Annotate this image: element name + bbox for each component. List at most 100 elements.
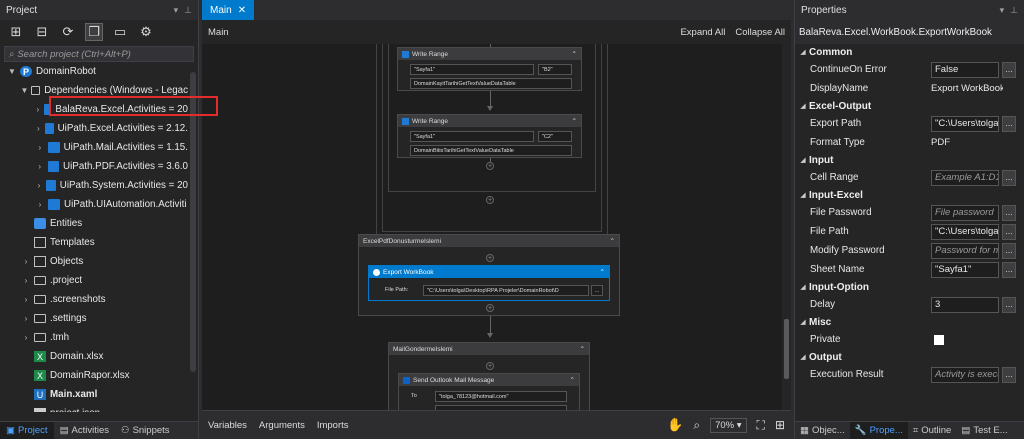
ellipsis-button[interactable]: … (1002, 204, 1016, 221)
add-activity-plus-icon[interactable]: + (486, 304, 494, 312)
write-range-2-table-field[interactable]: DomainBitisTarihiGetTextValueDataTable (410, 145, 572, 156)
tab-objec[interactable]: ▦ Objec... (795, 422, 850, 439)
collapse-chevron-icon[interactable]: ⌃ (610, 237, 615, 245)
chevron-right-icon[interactable]: › (34, 105, 42, 114)
search-project-input[interactable]: ⌕ Search project (Ctrl+Alt+P) (4, 46, 194, 62)
tree-item[interactable]: › UiPath.System.Activities = 20 (0, 176, 188, 195)
breadcrumb[interactable]: Main (208, 27, 229, 38)
add-icon[interactable]: ⊞ (8, 24, 24, 40)
tree-item[interactable]: › .settings (0, 309, 188, 328)
collapse-triangle-icon[interactable]: ◢ (797, 48, 809, 56)
ellipsis-button[interactable]: … (1002, 61, 1016, 78)
property-category[interactable]: ◢ Common (795, 44, 1024, 60)
project-tree-scrollbar[interactable] (190, 72, 196, 372)
collapse-chevron-icon[interactable]: ⌃ (580, 345, 585, 353)
chevron-down-icon[interactable]: ▼ (6, 67, 18, 76)
collapse-triangle-icon[interactable]: ◢ (797, 353, 809, 361)
tree-item[interactable]: X Domain.xlsx (0, 347, 188, 366)
write-range-activity-2[interactable]: Write Range ⌃ "Sayfa1" "C2" DomainBitisTa… (397, 114, 582, 158)
arguments-tab[interactable]: Arguments (259, 420, 305, 431)
collapse-triangle-icon[interactable]: ◢ (797, 102, 809, 110)
overview-map-icon[interactable]: ⊞ (775, 418, 785, 432)
tree-item[interactable]: › UiPath.Excel.Activities = 2.12. (0, 119, 188, 138)
chevron-right-icon[interactable]: › (20, 276, 32, 285)
export-file-path-field[interactable]: "C:\Users\tolga\Desktop\RPA Projeler\Dom… (423, 285, 589, 296)
tree-item[interactable]: ▼ P DomainRobot (0, 62, 188, 81)
collapse-all-button[interactable]: Collapse All (735, 27, 785, 38)
chevron-right-icon[interactable]: › (34, 162, 46, 171)
property-category[interactable]: ◢ Excel-Output (795, 98, 1024, 114)
collapse-triangle-icon[interactable]: ◢ (797, 191, 809, 199)
tab-prope[interactable]: 🔧 Prope... (849, 422, 908, 439)
to-field[interactable]: "tolga_78123@hotmail.com" (435, 391, 567, 402)
collapse-all-icon[interactable]: ⊟ (34, 24, 50, 40)
chevron-right-icon[interactable]: › (20, 295, 32, 304)
property-category[interactable]: ◢ Misc (795, 314, 1024, 330)
write-range-2-sheet-field[interactable]: "Sayfa1" (410, 131, 534, 142)
property-value-field[interactable]: 3 (931, 296, 999, 313)
export-workbook-activity[interactable]: Export WorkBook ⌃ File Path: "C:\Users\to… (368, 265, 610, 301)
chevron-right-icon[interactable]: › (20, 257, 32, 266)
tree-item[interactable]: › Objects (0, 252, 188, 271)
close-icon[interactable]: ✕ (238, 5, 246, 16)
property-value-field[interactable]: "Sayfa1" (931, 261, 999, 278)
tab-snippets[interactable]: ⚇ Snippets (115, 422, 176, 439)
private-checkbox[interactable] (934, 334, 944, 345)
send-outlook-mail-activity[interactable]: Send Outlook Mail Message ⌃ To "tolga_781… (398, 373, 580, 410)
chevron-right-icon[interactable]: › (20, 333, 32, 342)
tree-item[interactable]: › UiPath.PDF.Activities = 3.6.0 (0, 157, 188, 176)
property-category[interactable]: ◢ Input-Option (795, 279, 1024, 295)
collapse-triangle-icon[interactable]: ◢ (797, 156, 809, 164)
tab-project[interactable]: ▣ Project (0, 422, 54, 439)
imports-tab[interactable]: Imports (317, 420, 349, 431)
ellipsis-button[interactable]: … (1002, 169, 1016, 186)
chevron-right-icon[interactable]: › (20, 314, 32, 323)
tree-item[interactable]: Entities (0, 214, 188, 233)
tree-item[interactable]: › .tmh (0, 328, 188, 347)
property-value-field[interactable]: PDF (931, 135, 1003, 151)
property-value-field[interactable]: Export WorkBook (931, 81, 1003, 97)
collapse-triangle-icon[interactable]: ◢ (797, 283, 809, 291)
tree-item[interactable]: Templates (0, 233, 188, 252)
property-value-field[interactable]: False (931, 61, 999, 78)
tree-item[interactable]: project.json (0, 404, 188, 412)
write-range-activity-1[interactable]: Write Range ⌃ "Sayfa1" "B2" DomainKayitTa… (397, 47, 582, 91)
zoom-search-icon[interactable]: ⌕ (693, 418, 700, 433)
collapse-chevron-icon[interactable]: ⌃ (570, 376, 575, 384)
designer-canvas[interactable]: Write Range ⌃ "Sayfa1" "B2" DomainKayitTa… (202, 44, 782, 410)
write-range-1-cell-field[interactable]: "B2" (538, 64, 572, 75)
chevron-right-icon[interactable]: › (34, 181, 44, 190)
tree-item[interactable]: X DomainRapor.xlsx (0, 366, 188, 385)
write-range-1-table-field[interactable]: DomainKayitTarihiGetTextValueDataTable (410, 78, 572, 89)
property-value-field[interactable]: File password (931, 204, 999, 221)
write-range-1-sheet-field[interactable]: "Sayfa1" (410, 64, 534, 75)
copy-icon[interactable]: ❐ (85, 23, 103, 41)
ellipsis-button[interactable]: … (1002, 261, 1016, 278)
refresh-icon[interactable]: ⟳ (60, 24, 76, 40)
add-activity-plus-icon[interactable]: + (486, 162, 494, 170)
collapse-chevron-icon[interactable]: ⌃ (572, 117, 577, 125)
fit-to-screen-icon[interactable]: ⛶ (757, 418, 765, 433)
property-value-field[interactable]: Example A1:D1 (931, 169, 999, 186)
ellipsis-button[interactable]: … (1002, 366, 1016, 383)
chevron-right-icon[interactable]: › (34, 143, 46, 152)
property-category[interactable]: ◢ Input-Excel (795, 187, 1024, 203)
open-folder-icon[interactable]: ▭ (112, 24, 128, 40)
tab-outline[interactable]: ⌗ Outline (908, 422, 956, 439)
zoom-dropdown[interactable]: 70% ▾ (710, 417, 747, 433)
tree-item[interactable]: › .project (0, 271, 188, 290)
ellipsis-button[interactable]: … (1002, 223, 1016, 240)
chevron-right-icon[interactable]: › (34, 124, 43, 133)
collapse-chevron-icon[interactable]: ⌃ (600, 268, 605, 276)
chevron-right-icon[interactable]: › (34, 200, 46, 209)
designer-scrollbar-thumb[interactable] (784, 319, 789, 379)
tree-item[interactable]: U Main.xaml (0, 385, 188, 404)
tab-activities[interactable]: ▤ Activities (54, 422, 115, 439)
autohide-icon[interactable]: ⊥ (184, 5, 192, 16)
property-value-field[interactable]: "C:\Users\tolga (931, 223, 999, 240)
gear-icon[interactable]: ⚙ (138, 24, 154, 40)
pin-icon[interactable]: ▾ (1000, 5, 1005, 16)
write-range-2-cell-field[interactable]: "C2" (538, 131, 572, 142)
add-activity-plus-icon[interactable]: + (486, 362, 494, 370)
property-category[interactable]: ◢ Output (795, 349, 1024, 365)
